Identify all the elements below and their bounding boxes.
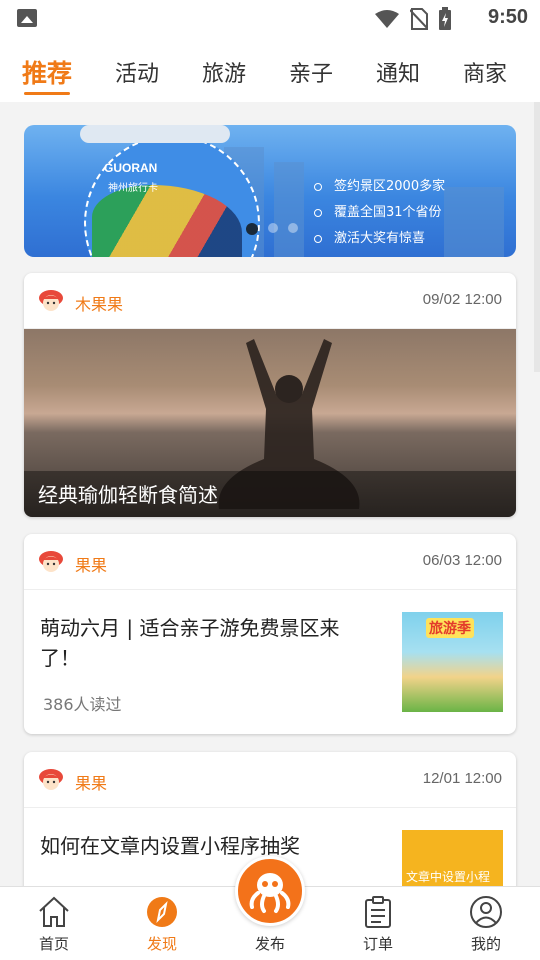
tab-notice[interactable]: 通知 bbox=[353, 56, 443, 88]
article-photo[interactable]: 经典瑜伽轻断食简述 bbox=[24, 329, 516, 517]
bullet-icon bbox=[314, 182, 322, 191]
nav-label: 订单 bbox=[362, 935, 393, 953]
clipboard-icon bbox=[365, 896, 391, 928]
publish-button[interactable] bbox=[235, 856, 305, 926]
user-icon bbox=[470, 896, 502, 928]
brand-logo: GUORAN bbox=[104, 161, 158, 175]
tab-recommend[interactable]: 推荐 bbox=[2, 54, 92, 90]
nav-profile[interactable]: 我的 bbox=[432, 887, 540, 960]
nav-label: 首页 bbox=[38, 935, 69, 953]
banner-feature: 签约景区2000多家 bbox=[314, 175, 445, 194]
battery-charging-icon bbox=[439, 7, 451, 30]
read-count: 386人读过 bbox=[43, 695, 122, 714]
system-icons bbox=[374, 7, 452, 31]
nav-home[interactable]: 首页 bbox=[0, 887, 108, 960]
carousel-dot[interactable] bbox=[288, 223, 298, 233]
thumbnail-text: 文章中设置小程 bbox=[406, 870, 491, 884]
article-card[interactable]: 木果果 09/02 12:00 经典瑜伽轻断食简述 bbox=[24, 273, 516, 517]
nav-orders[interactable]: 订单 bbox=[324, 887, 432, 960]
bullet-icon bbox=[314, 208, 322, 217]
card-header: 果果 12/01 12:00 bbox=[24, 752, 516, 808]
nav-label: 发现 bbox=[146, 935, 177, 953]
tab-merchant[interactable]: 商家 bbox=[440, 56, 530, 88]
author-name[interactable]: 木果果 bbox=[75, 291, 123, 315]
article-title[interactable]: 萌动六月 | 适合亲子游免费景区来了！ bbox=[40, 613, 370, 673]
card-name: 神州旅行卡 bbox=[108, 183, 158, 194]
avatar-icon bbox=[39, 551, 63, 572]
card-header: 木果果 09/02 12:00 bbox=[24, 273, 516, 329]
avatar-icon bbox=[39, 290, 63, 311]
banner-feature: 激活大奖有惊喜 bbox=[314, 227, 425, 246]
nav-discover[interactable]: 发现 bbox=[108, 887, 216, 960]
carousel-indicator bbox=[246, 223, 298, 235]
post-date: 09/02 12:00 bbox=[422, 291, 502, 308]
city-skyline bbox=[444, 187, 504, 257]
nav-label: 发布 bbox=[254, 935, 285, 953]
banner-feature: 覆盖全国31个省份 bbox=[314, 201, 442, 220]
city-skyline bbox=[274, 162, 304, 257]
tab-family[interactable]: 亲子 bbox=[266, 56, 356, 88]
clock: 9:50 bbox=[487, 6, 528, 28]
tab-activity[interactable]: 活动 bbox=[92, 56, 182, 88]
post-date: 12/01 12:00 bbox=[422, 770, 502, 787]
airplane-illustration bbox=[80, 125, 230, 143]
author-name[interactable]: 果果 bbox=[75, 552, 107, 576]
avatar-icon bbox=[39, 769, 63, 790]
article-card[interactable]: 果果 06/03 12:00 萌动六月 | 适合亲子游免费景区来了！ 386人读… bbox=[24, 534, 516, 734]
compass-icon bbox=[147, 897, 177, 927]
no-sim-icon bbox=[410, 8, 428, 30]
octopus-icon bbox=[249, 873, 291, 913]
article-title[interactable]: 经典瑜伽轻断食简述 bbox=[38, 479, 218, 508]
post-date: 06/03 12:00 bbox=[422, 552, 502, 569]
carousel-dot[interactable] bbox=[246, 223, 258, 235]
category-tabs: 推荐 活动 旅游 亲子 通知 商家 bbox=[0, 36, 540, 102]
article-thumbnail[interactable]: 旅游季 bbox=[402, 612, 503, 712]
image-notification-icon bbox=[17, 9, 37, 27]
scrollbar[interactable] bbox=[534, 102, 540, 372]
article-title[interactable]: 如何在文章内设置小程序抽奖 bbox=[40, 831, 370, 861]
active-tab-indicator bbox=[24, 92, 70, 95]
status-bar: 9:50 bbox=[0, 0, 540, 36]
bullet-icon bbox=[314, 234, 322, 243]
card-header: 果果 06/03 12:00 bbox=[24, 534, 516, 590]
tab-travel[interactable]: 旅游 bbox=[179, 56, 269, 88]
wifi-icon bbox=[375, 10, 399, 28]
thumbnail-text: 旅游季 bbox=[426, 618, 474, 638]
nav-label: 我的 bbox=[470, 935, 501, 953]
home-icon bbox=[39, 896, 69, 927]
author-name[interactable]: 果果 bbox=[75, 770, 107, 794]
carousel-dot[interactable] bbox=[268, 223, 278, 233]
promo-banner[interactable]: GUORAN 神州旅行卡 签约景区2000多家 覆盖全国31个省份 激活大奖有惊… bbox=[24, 125, 516, 257]
